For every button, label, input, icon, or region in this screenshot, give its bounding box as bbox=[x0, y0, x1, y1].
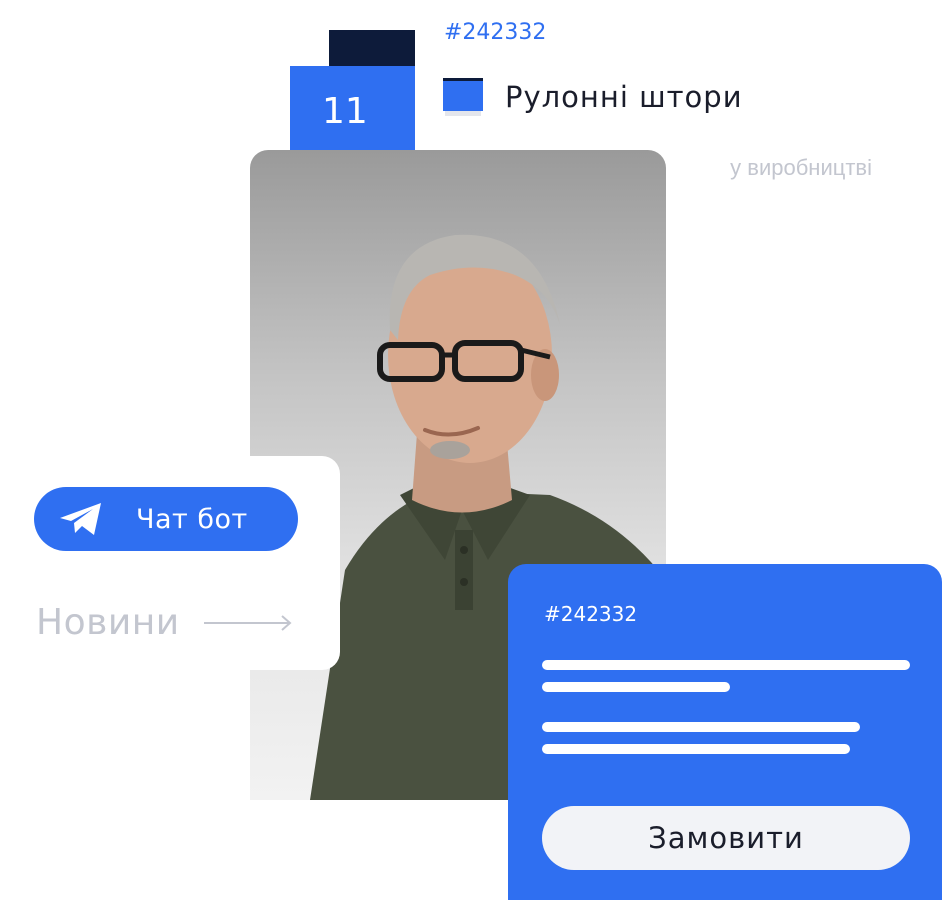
decorative-dark-square bbox=[329, 30, 415, 70]
placeholder-line bbox=[542, 722, 860, 732]
roller-blind-icon bbox=[443, 78, 483, 116]
order-button[interactable]: Замовити bbox=[542, 806, 910, 870]
number-badge: 11 bbox=[290, 66, 415, 156]
placeholder-line bbox=[542, 660, 910, 670]
order-button-label: Замовити bbox=[648, 821, 804, 855]
order-card: #242332 Замовити bbox=[508, 564, 942, 900]
product-order-code: #242332 bbox=[444, 20, 547, 45]
order-code: #242332 bbox=[544, 602, 638, 626]
promo-stage: 11 #242332 Рулонні штори у виробництві Ч… bbox=[0, 0, 942, 900]
placeholder-line bbox=[542, 744, 850, 754]
menu-card: Чат бот Новини bbox=[0, 456, 340, 670]
chat-bot-button[interactable]: Чат бот bbox=[34, 487, 298, 551]
telegram-icon bbox=[60, 503, 101, 535]
chat-bot-label: Чат бот bbox=[136, 503, 248, 535]
product-name: Рулонні штори bbox=[505, 80, 743, 114]
production-status: у виробництві bbox=[730, 155, 872, 180]
placeholder-line bbox=[542, 682, 730, 692]
number-badge-label: 11 bbox=[322, 90, 368, 132]
news-label: Новини bbox=[36, 602, 180, 643]
news-link[interactable]: Новини bbox=[36, 602, 294, 643]
arrow-right-icon bbox=[203, 614, 292, 631]
